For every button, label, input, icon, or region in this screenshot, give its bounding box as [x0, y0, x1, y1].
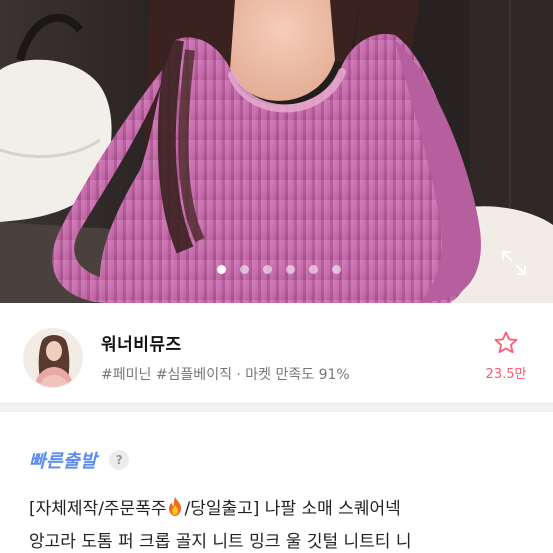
gallery-dot[interactable] [308, 265, 318, 274]
favorite-count: 23.5만 [485, 367, 527, 382]
product-image-gallery[interactable] [0, 0, 553, 303]
gallery-pagination [0, 265, 553, 274]
fast-shipping-label: 빠른출발 [29, 451, 98, 472]
gallery-dot[interactable] [331, 265, 341, 274]
product-title: [자체제작/주문폭주/당일출고] 나팔 소매 스퀘어넥 앙고라 도톰 퍼 크롭 … [29, 494, 549, 553]
expand-arrows-icon[interactable] [500, 249, 528, 277]
product-title-line-1: [자체제작/주문폭주/당일출고] 나팔 소매 스퀘어넥 [29, 494, 549, 527]
seller-name[interactable]: 워너비뮤즈 [101, 330, 182, 355]
seller-avatar[interactable] [23, 328, 83, 388]
seller-info[interactable]: 워너비뮤즈 #페미닌 #심플베이직 · 마켓 만족도 91% 23.5만 [0, 303, 553, 403]
seller-tags: #페미닌 #심플베이직 · 마켓 만족도 91% [101, 367, 350, 383]
product-photo [0, 0, 553, 303]
question-mark-icon[interactable]: ? [109, 450, 130, 470]
fire-emoji-icon [167, 496, 183, 527]
product-title-part-1: [자체제작/주문폭주 [29, 499, 167, 519]
product-title-part-2: /당일출고] 나팔 소매 스퀘어넥 [184, 499, 401, 519]
fast-shipping-row: 빠른출발 ? [29, 445, 130, 475]
gallery-dot[interactable] [262, 265, 272, 274]
star-outline-icon[interactable] [476, 330, 536, 356]
favorite-button[interactable]: 23.5만 [476, 330, 536, 390]
product-title-line-2: 앙고라 도톰 퍼 크롭 골지 니트 밍크 울 깃털 니트티 니 [29, 532, 412, 552]
gallery-dot[interactable] [285, 265, 295, 274]
section-divider [0, 403, 553, 412]
gallery-dot[interactable] [239, 265, 249, 274]
gallery-dot[interactable] [216, 265, 226, 274]
